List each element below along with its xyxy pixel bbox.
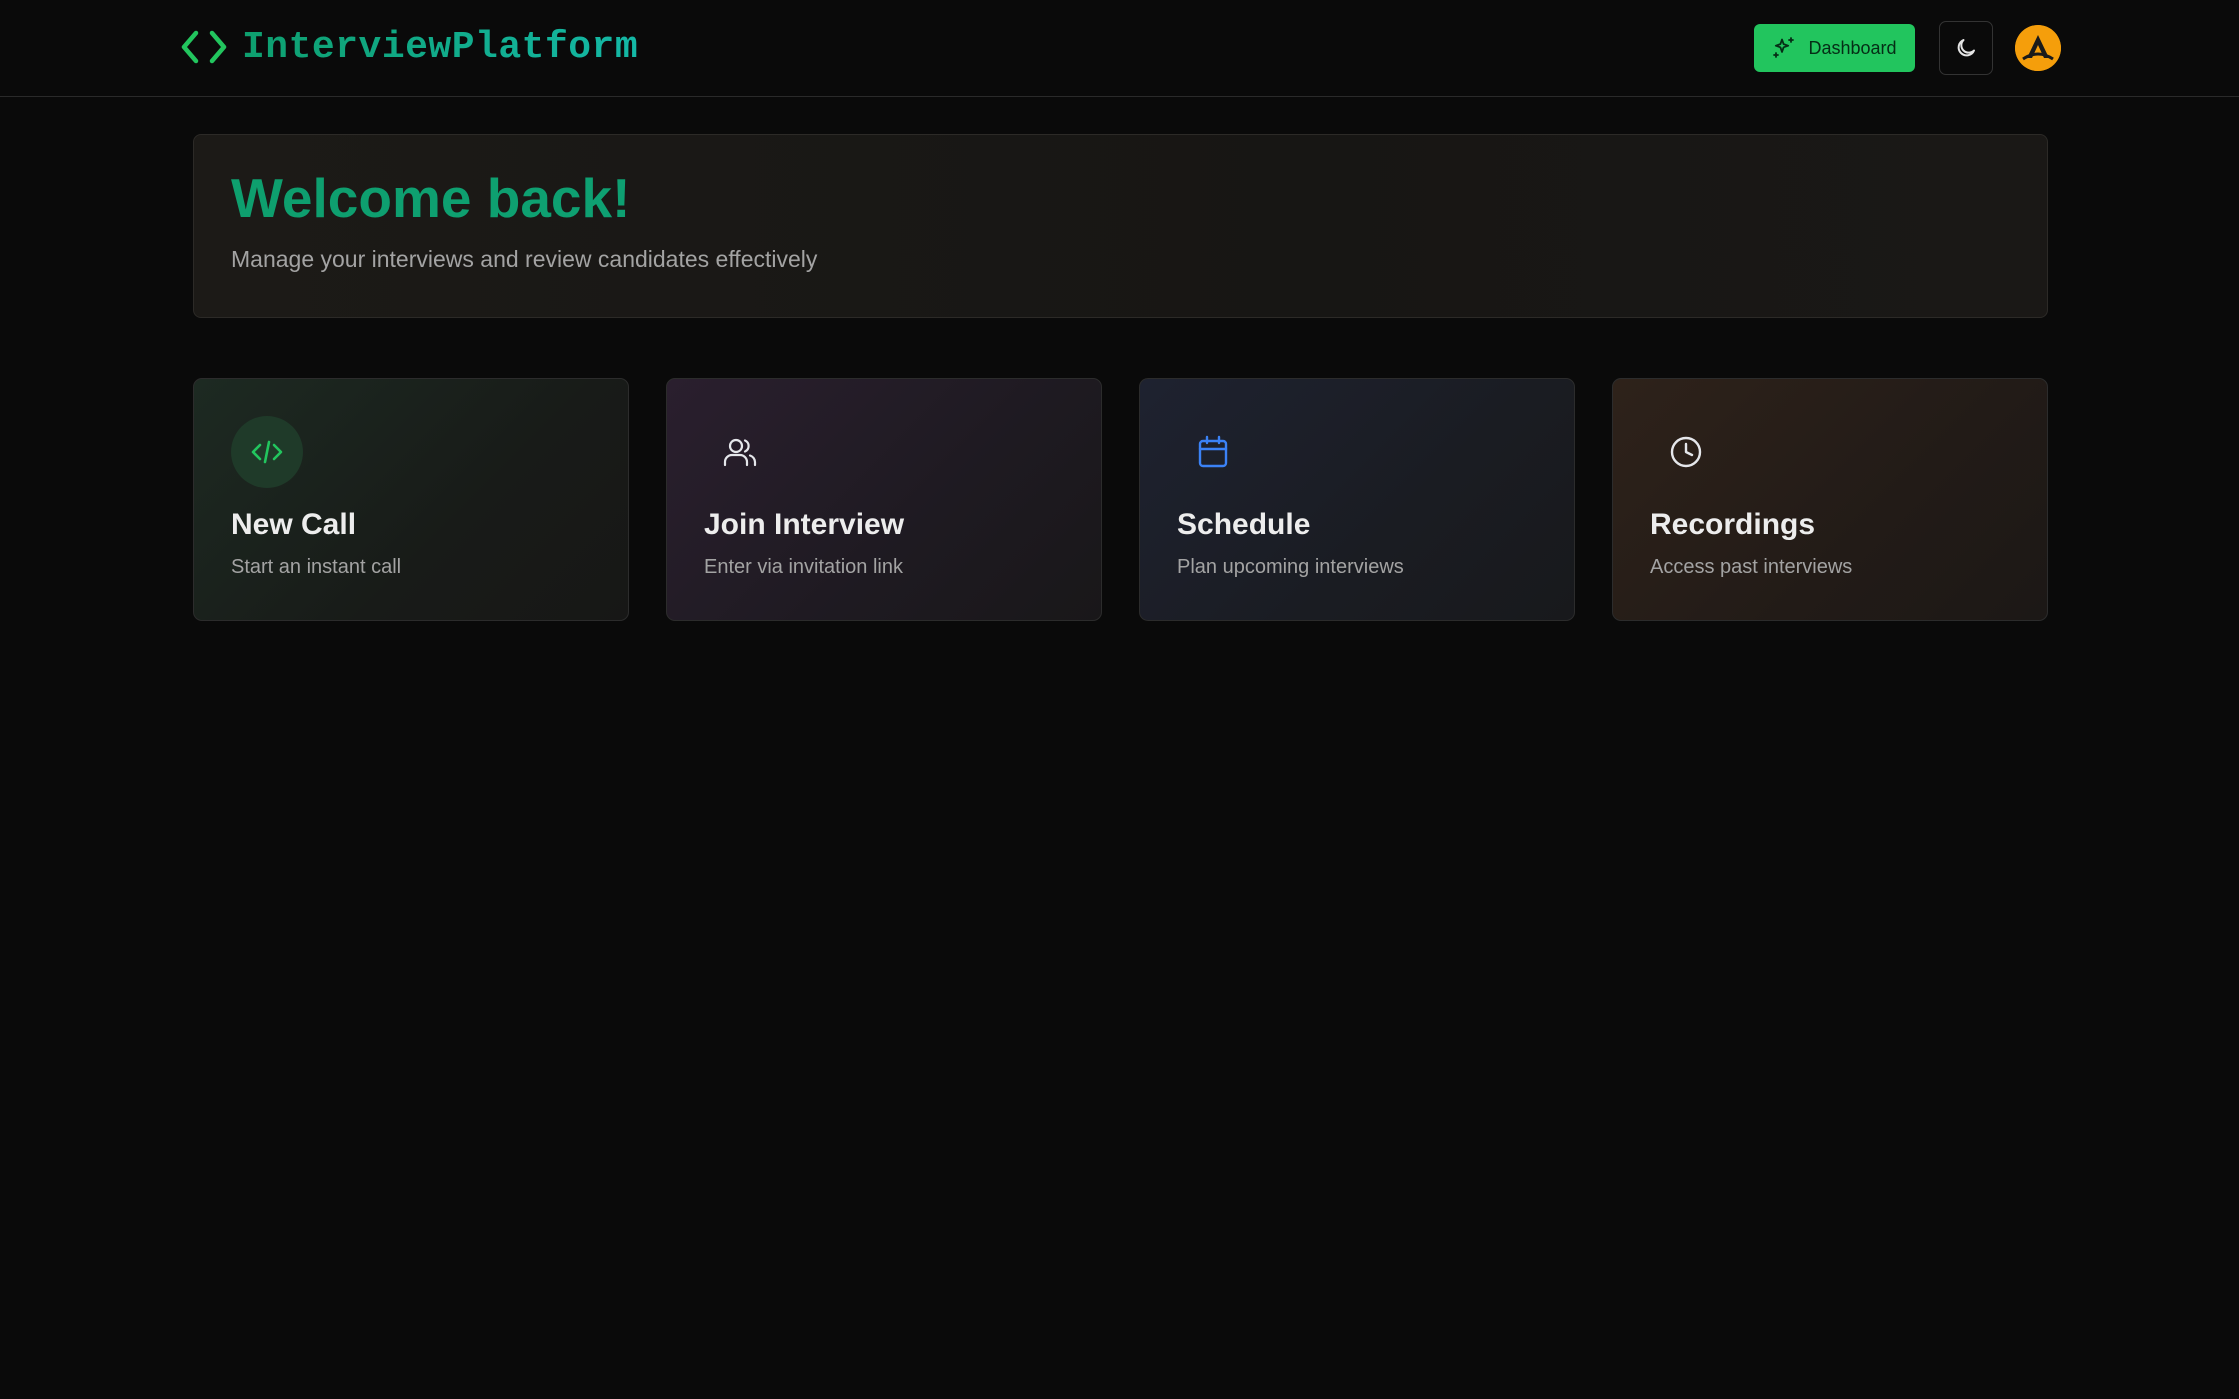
clock-icon [1650,416,1722,488]
new-call-card[interactable]: New Call Start an instant call [193,378,629,621]
card-title: New Call [231,508,357,541]
card-description: Access past interviews [1650,556,1853,578]
card-description: Enter via invitation link [704,556,903,578]
code-brackets-icon [180,27,228,67]
brand-name: InterviewPlatform [242,25,639,69]
code-icon [231,416,303,488]
sparkles-icon [1772,36,1796,60]
calendar-icon [1177,416,1249,488]
moon-icon [1954,36,1978,60]
brand-logo-link[interactable]: InterviewPlatform [180,22,638,72]
welcome-title: Welcome back! [231,169,2010,228]
theme-toggle-button[interactable] [1939,21,1993,75]
recordings-card[interactable]: Recordings Access past interviews [1612,378,2048,621]
card-title: Join Interview [704,508,905,541]
dashboard-button[interactable]: Dashboard [1754,24,1915,72]
card-description: Plan upcoming interviews [1177,556,1404,578]
users-icon [704,416,776,488]
join-interview-card[interactable]: Join Interview Enter via invitation link [666,378,1102,621]
card-title: Schedule [1177,508,1311,541]
top-navbar: InterviewPlatform Dashboard [0,0,2239,97]
card-description: Start an instant call [231,556,402,578]
user-avatar[interactable] [2015,25,2061,71]
dashboard-label: Dashboard [1808,37,1897,58]
schedule-card[interactable]: Schedule Plan upcoming interviews [1139,378,1575,621]
welcome-subtitle: Manage your interviews and review candid… [231,245,818,272]
card-title: Recordings [1650,508,1816,541]
welcome-banner: Welcome back! Manage your interviews and… [193,134,2048,318]
quick-actions: New Call Start an instant call Join Inte… [193,378,2048,621]
